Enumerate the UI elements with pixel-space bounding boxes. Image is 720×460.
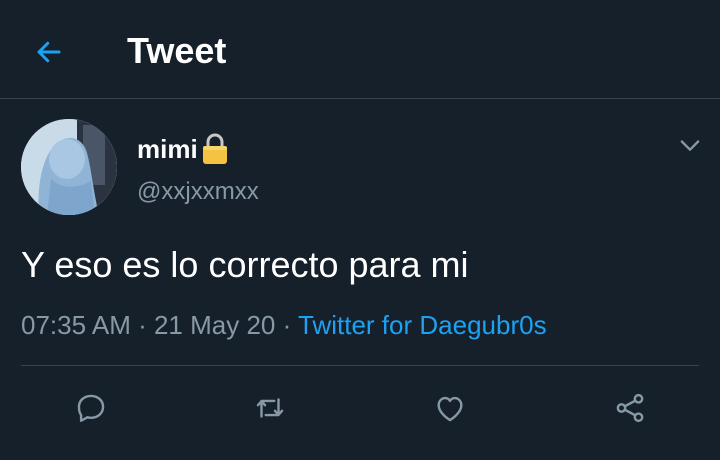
tweet-date: 21 May 20	[153, 310, 276, 340]
author-name: mimi	[137, 134, 198, 164]
meta-separator: ·	[130, 310, 154, 340]
back-button[interactable]	[30, 33, 68, 71]
tweet-menu-button[interactable]	[676, 131, 704, 159]
author-name-row[interactable]: mimi	[137, 131, 229, 167]
chevron-down-icon	[680, 140, 700, 151]
retweet-button[interactable]	[248, 386, 292, 430]
page-title: Tweet	[127, 30, 227, 71]
reply-icon	[77, 394, 105, 422]
tweet-time: 07:35 AM	[21, 310, 131, 340]
share-icon	[616, 393, 644, 423]
like-icon	[437, 396, 463, 422]
lock-icon	[201, 132, 229, 166]
like-button[interactable]	[428, 386, 472, 430]
arrow-left-icon	[37, 41, 61, 63]
tweet-text: Y eso es lo correcto para mi	[21, 244, 469, 285]
avatar[interactable]	[21, 119, 117, 215]
meta-separator: ·	[275, 310, 299, 340]
top-bar: Tweet	[0, 0, 720, 99]
tweet-source-link[interactable]: Twitter for Daegubr0s	[298, 310, 547, 340]
divider	[21, 365, 699, 366]
author-handle[interactable]: @xxjxxmxx	[137, 177, 259, 207]
tweet-actions	[0, 378, 720, 438]
share-button[interactable]	[608, 386, 652, 430]
avatar-image	[21, 119, 117, 215]
reply-button[interactable]	[69, 386, 113, 430]
tweet-meta: 07:35 AM · 21 May 20 · Twitter for Daegu…	[21, 307, 547, 343]
retweet-icon	[256, 398, 284, 418]
